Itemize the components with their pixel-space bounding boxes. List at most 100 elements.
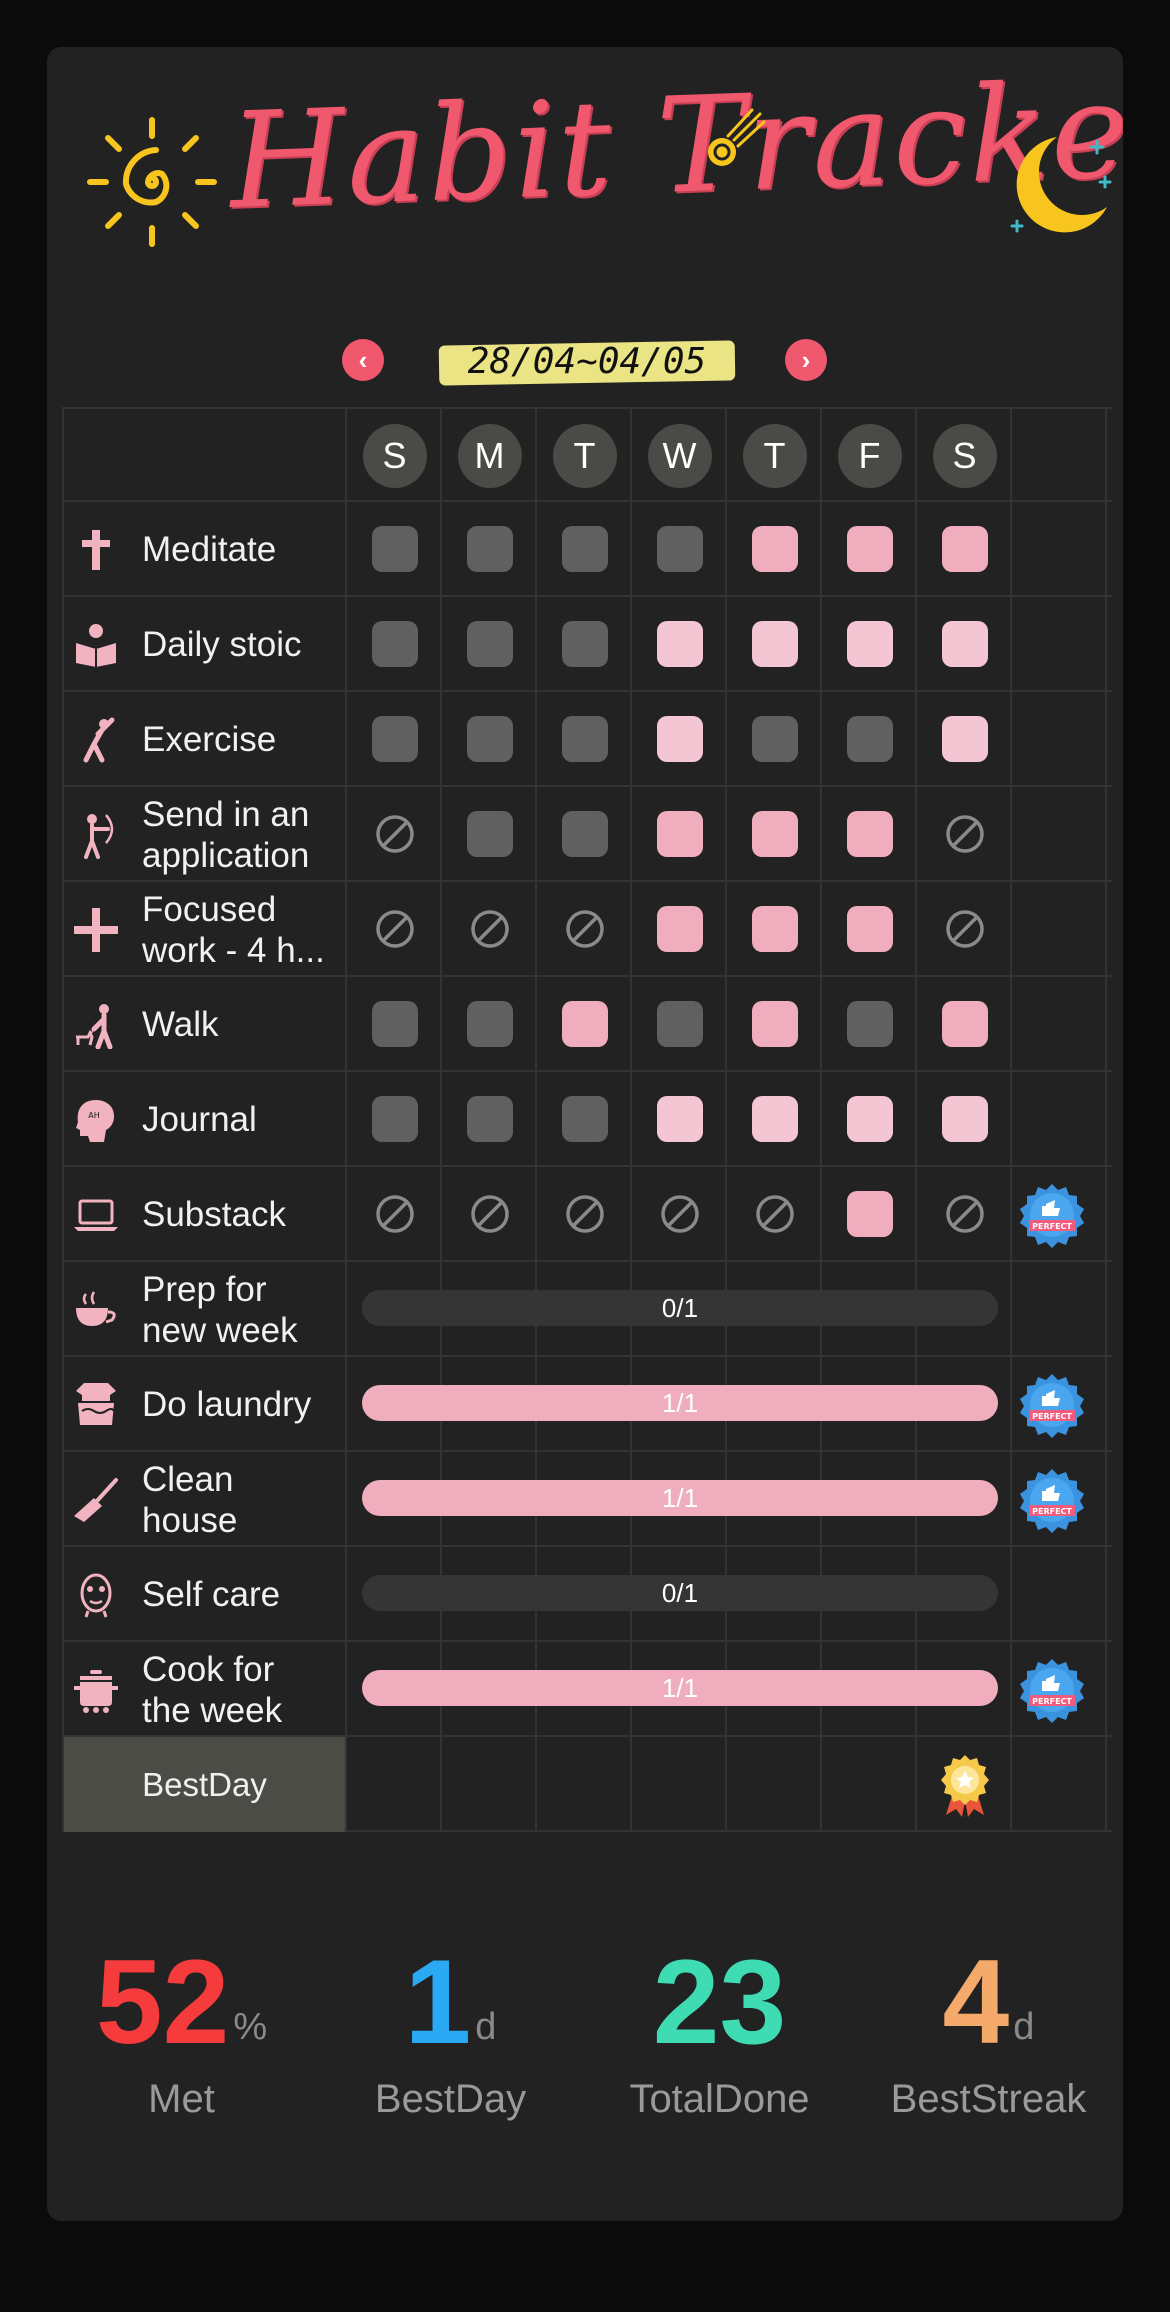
day-checkbox-empty[interactable] bbox=[371, 1001, 418, 1047]
day-checkbox-done[interactable] bbox=[846, 526, 893, 572]
habit-row: Meditate bbox=[62, 502, 1112, 597]
day-checkbox-empty[interactable] bbox=[371, 621, 418, 667]
svg-text:AH: AH bbox=[88, 1111, 100, 1120]
perfect-badge-icon: PERFECT bbox=[1020, 1374, 1084, 1438]
day-checkbox-empty[interactable] bbox=[371, 716, 418, 762]
day-checkbox-empty[interactable] bbox=[466, 526, 513, 572]
day-checkbox-empty[interactable] bbox=[561, 811, 608, 857]
not-applicable-icon[interactable] bbox=[374, 908, 416, 950]
day-checkbox-done-light[interactable] bbox=[656, 716, 703, 762]
day-checkbox-empty[interactable] bbox=[371, 526, 418, 572]
day-checkbox-done-light[interactable] bbox=[751, 1096, 798, 1142]
habit-label[interactable]: Journal bbox=[142, 1072, 342, 1167]
stat-value: 52 bbox=[95, 1935, 230, 2069]
day-checkbox-done-light[interactable] bbox=[846, 621, 893, 667]
day-checkbox-done[interactable] bbox=[751, 1001, 798, 1047]
progress-bar[interactable]: 1/1 bbox=[362, 1480, 998, 1516]
not-applicable-icon[interactable] bbox=[469, 1193, 511, 1235]
perfect-badge-icon: PERFECT bbox=[1020, 1659, 1084, 1723]
day-checkbox-empty[interactable] bbox=[846, 1001, 893, 1047]
broom-icon bbox=[74, 1478, 118, 1522]
day-column-cell bbox=[822, 1737, 917, 1832]
habit-label[interactable]: Focused work - 4 h... bbox=[142, 882, 342, 977]
stat-met: 52% Met bbox=[47, 1927, 316, 2167]
habit-label[interactable]: Do laundry bbox=[142, 1357, 342, 1452]
day-checkbox-done-light[interactable] bbox=[751, 621, 798, 667]
day-checkbox-done[interactable] bbox=[941, 526, 988, 572]
stats-bar: 52% Met 1 d BestDay 23 TotalDone 4 d BestStreak bbox=[47, 1927, 1123, 2167]
week-range: 28/04~04/05 bbox=[427, 335, 747, 387]
day-checkbox-empty[interactable] bbox=[656, 526, 703, 572]
day-checkbox-empty[interactable] bbox=[466, 716, 513, 762]
bestday-label: BestDay bbox=[142, 1765, 267, 1803]
svg-text:PERFECT: PERFECT bbox=[1032, 1412, 1072, 1421]
day-checkbox-empty[interactable] bbox=[656, 1001, 703, 1047]
day-checkbox-done[interactable] bbox=[751, 811, 798, 857]
day-checkbox-empty[interactable] bbox=[846, 716, 893, 762]
habit-label[interactable]: Self care bbox=[142, 1547, 342, 1642]
not-applicable-icon[interactable] bbox=[374, 813, 416, 855]
habit-row: Do laundry 1/1 PERFECT bbox=[62, 1357, 1112, 1452]
day-checkbox-empty[interactable] bbox=[561, 1096, 608, 1142]
habit-label[interactable]: Substack bbox=[142, 1167, 342, 1262]
not-applicable-icon[interactable] bbox=[944, 908, 986, 950]
stat-totaldone: 23 TotalDone bbox=[585, 1927, 854, 2167]
day-column-cell bbox=[347, 1737, 442, 1832]
habit-label[interactable]: Walk bbox=[142, 977, 342, 1072]
day-checkbox-done[interactable] bbox=[941, 1001, 988, 1047]
badge-column-cell bbox=[1012, 692, 1107, 787]
day-checkbox-done[interactable] bbox=[846, 906, 893, 952]
progress-bar[interactable]: 1/1 bbox=[362, 1385, 998, 1421]
bestday-row: BestDay bbox=[62, 1737, 1112, 1832]
day-checkbox-empty[interactable] bbox=[466, 811, 513, 857]
day-checkbox-done[interactable] bbox=[656, 906, 703, 952]
progress-bar[interactable]: 0/1 bbox=[362, 1575, 998, 1611]
habit-label[interactable]: Clean house bbox=[142, 1452, 342, 1547]
day-checkbox-empty[interactable] bbox=[466, 621, 513, 667]
not-applicable-icon[interactable] bbox=[944, 813, 986, 855]
progress-bar[interactable]: 1/1 bbox=[362, 1670, 998, 1706]
day-checkbox-empty[interactable] bbox=[561, 716, 608, 762]
day-checkbox-done-light[interactable] bbox=[656, 1096, 703, 1142]
habit-label[interactable]: Meditate bbox=[142, 502, 342, 597]
day-header-6: S bbox=[932, 424, 997, 488]
perfect-badge-icon: PERFECT bbox=[1020, 1469, 1084, 1533]
day-checkbox-done[interactable] bbox=[656, 811, 703, 857]
day-checkbox-done-light[interactable] bbox=[656, 621, 703, 667]
not-applicable-icon[interactable] bbox=[659, 1193, 701, 1235]
not-applicable-icon[interactable] bbox=[944, 1193, 986, 1235]
day-checkbox-empty[interactable] bbox=[371, 1096, 418, 1142]
day-header-3: W bbox=[647, 424, 712, 488]
not-applicable-icon[interactable] bbox=[469, 908, 511, 950]
day-checkbox-done-light[interactable] bbox=[846, 1096, 893, 1142]
not-applicable-icon[interactable] bbox=[374, 1193, 416, 1235]
habit-label[interactable]: Exercise bbox=[142, 692, 342, 787]
svg-text:PERFECT: PERFECT bbox=[1032, 1507, 1072, 1516]
badge-column-cell bbox=[1012, 1547, 1107, 1642]
day-checkbox-done-light[interactable] bbox=[941, 716, 988, 762]
stat-value: 23 bbox=[652, 1935, 787, 2069]
day-checkbox-done[interactable] bbox=[751, 526, 798, 572]
next-week-button[interactable]: › bbox=[785, 339, 827, 381]
day-checkbox-empty[interactable] bbox=[466, 1001, 513, 1047]
habit-label[interactable]: Daily stoic bbox=[142, 597, 342, 692]
prev-week-button[interactable]: ‹ bbox=[342, 339, 384, 381]
day-checkbox-done[interactable] bbox=[561, 1001, 608, 1047]
day-checkbox-done[interactable] bbox=[751, 906, 798, 952]
progress-bar[interactable]: 0/1 bbox=[362, 1290, 998, 1326]
habit-label[interactable]: Send in an application bbox=[142, 787, 342, 882]
day-checkbox-empty[interactable] bbox=[561, 621, 608, 667]
habit-label[interactable]: Cook for the week bbox=[142, 1642, 342, 1737]
day-checkbox-done[interactable] bbox=[846, 1191, 893, 1237]
perfect-badge-icon: PERFECT bbox=[1020, 1184, 1084, 1248]
day-checkbox-empty[interactable] bbox=[466, 1096, 513, 1142]
day-checkbox-empty[interactable] bbox=[751, 716, 798, 762]
day-checkbox-empty[interactable] bbox=[561, 526, 608, 572]
day-checkbox-done-light[interactable] bbox=[941, 621, 988, 667]
day-checkbox-done-light[interactable] bbox=[941, 1096, 988, 1142]
habit-label[interactable]: Prep for new week bbox=[142, 1262, 342, 1357]
not-applicable-icon[interactable] bbox=[754, 1193, 796, 1235]
day-checkbox-done[interactable] bbox=[846, 811, 893, 857]
not-applicable-icon[interactable] bbox=[564, 908, 606, 950]
not-applicable-icon[interactable] bbox=[564, 1193, 606, 1235]
